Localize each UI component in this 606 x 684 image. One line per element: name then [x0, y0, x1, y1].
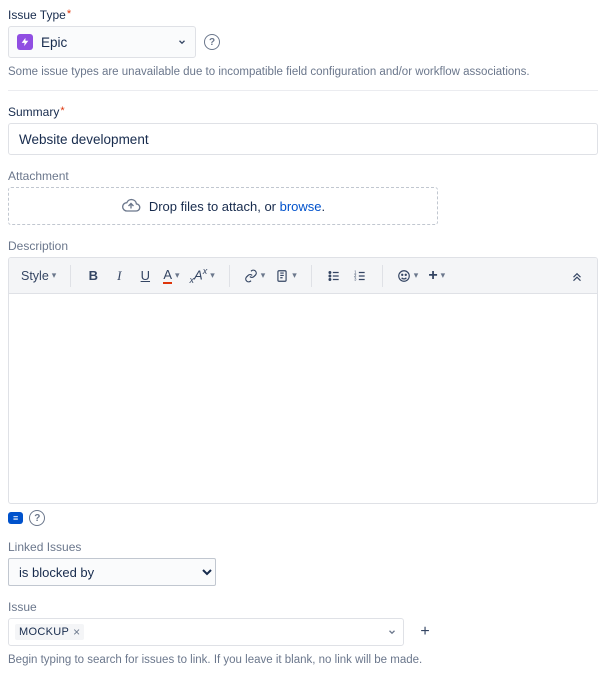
linked-issues-label: Linked Issues [8, 540, 598, 554]
emoji-button[interactable]: ▾ [393, 264, 423, 288]
attachment-label: Attachment [8, 169, 598, 183]
add-issue-button[interactable]: + [414, 621, 436, 643]
epic-icon [17, 34, 33, 50]
issue-multiselect[interactable]: MOCKUP × [8, 618, 404, 646]
description-textarea[interactable] [9, 294, 597, 500]
toolbar-separator [382, 265, 383, 287]
style-dropdown[interactable]: Style▾ [17, 264, 60, 288]
issue-type-select[interactable]: Epic [8, 26, 196, 58]
underline-button[interactable]: U [133, 264, 157, 288]
cloud-upload-icon [121, 196, 141, 216]
toolbar-separator [70, 265, 71, 287]
summary-input[interactable] [8, 123, 598, 155]
editor-toolbar: Style▾ B I U A▾ xAx▾ ▾ [9, 258, 597, 294]
bold-button[interactable]: B [81, 264, 105, 288]
summary-label: Summary* [8, 105, 598, 119]
svg-text:3: 3 [354, 276, 357, 281]
attachment-dropzone[interactable]: Drop files to attach, or browse. [8, 187, 438, 225]
issue-type-value: Epic [41, 35, 67, 50]
italic-button[interactable]: I [107, 264, 131, 288]
linked-issues-select[interactable]: is blocked by [8, 558, 216, 586]
numbered-list-button[interactable]: 123 [348, 264, 372, 288]
chevron-down-icon [177, 37, 187, 47]
browse-link[interactable]: browse [280, 199, 322, 214]
issue-type-label: Issue Type* [8, 8, 598, 22]
link-button[interactable]: ▾ [240, 264, 270, 288]
clear-formatting-button[interactable]: xAx▾ [186, 264, 219, 288]
dropzone-text: Drop files to attach, or browse. [149, 199, 325, 214]
issue-type-hint: Some issue types are unavailable due to … [8, 66, 598, 78]
more-button[interactable]: +▾ [424, 264, 449, 288]
divider [8, 90, 598, 91]
chevron-down-icon [387, 627, 397, 637]
toolbar-separator [229, 265, 230, 287]
editor-mode-badge[interactable]: ≡ [8, 512, 23, 524]
bullet-list-button[interactable] [322, 264, 346, 288]
help-icon[interactable]: ? [204, 34, 220, 50]
required-star: * [60, 105, 64, 117]
help-icon[interactable]: ? [29, 510, 45, 526]
collapse-toolbar-button[interactable] [565, 264, 589, 288]
description-editor: Style▾ B I U A▾ xAx▾ ▾ [8, 257, 598, 504]
issue-label: Issue [8, 600, 598, 614]
description-label: Description [8, 239, 598, 253]
remove-token-icon[interactable]: × [73, 626, 80, 638]
required-star: * [67, 8, 71, 20]
toolbar-separator [311, 265, 312, 287]
text-color-button[interactable]: A▾ [159, 264, 183, 288]
issue-token: MOCKUP × [15, 624, 84, 640]
attachment-button[interactable]: ▾ [271, 264, 301, 288]
issue-hint: Begin typing to search for issues to lin… [8, 654, 598, 666]
